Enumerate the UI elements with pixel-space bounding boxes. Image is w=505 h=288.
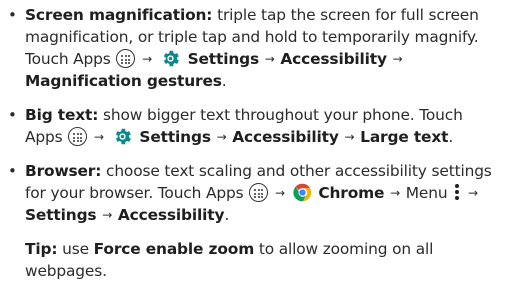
chrome-label: Chrome: [318, 184, 385, 202]
arrow-icon: →: [142, 52, 153, 66]
accessibility-label: Accessibility: [117, 206, 225, 224]
text-line: Browser: choose text scaling and other a…: [25, 160, 492, 182]
apps-icon: [68, 127, 88, 146]
magnification-gestures-label: Magnification gestures: [25, 72, 222, 90]
settings-label: Settings: [187, 50, 260, 68]
arrow-icon: →: [390, 186, 401, 200]
menu-label: Menu: [405, 184, 448, 202]
item-text: show bigger text throughout your phone. …: [103, 106, 463, 124]
text-line: Tip: use Force enable zoom to allow zoom…: [25, 238, 433, 260]
settings-label: Settings: [25, 206, 97, 224]
item-text: Apps: [25, 128, 63, 146]
item-title: Big text:: [25, 106, 99, 124]
bullet: •: [8, 162, 17, 180]
tip-text: to allow zooming on all: [258, 240, 434, 258]
arrow-icon: →: [392, 52, 403, 66]
accessibility-help-page: • Screen magnification: triple tap the s…: [0, 0, 505, 288]
settings-label: Settings: [139, 128, 211, 146]
text-line: Apps → Settings → Accessibility → Large …: [25, 127, 454, 146]
item-title: Screen magnification:: [25, 6, 213, 24]
arrow-icon: →: [274, 186, 285, 200]
tip-text: webpages.: [25, 262, 107, 280]
force-enable-zoom-label: Force enable zoom: [93, 240, 255, 258]
text-line: Magnification gestures.: [25, 72, 227, 90]
text-line: for your browser. Touch Apps → Chrome → …: [25, 182, 479, 204]
text-line: Screen magnification: triple tap the scr…: [25, 4, 479, 26]
text-line: magnification, or triple tap and hold to…: [25, 26, 479, 48]
apps-icon: [116, 49, 136, 68]
arrow-icon: →: [102, 208, 113, 222]
item-text: magnification, or triple tap and hold to…: [25, 28, 479, 46]
text-line: Touch Apps → Settings → Accessibility →: [25, 48, 404, 70]
item-text: choose text scaling and other accessibil…: [106, 162, 492, 180]
text-line: Settings → Accessibility.: [25, 206, 230, 224]
arrow-icon: →: [264, 52, 275, 66]
menu-dots-icon: [454, 183, 460, 201]
bullet: •: [8, 106, 17, 124]
arrow-icon: →: [467, 186, 478, 200]
text-line: webpages.: [25, 260, 107, 282]
accessibility-label: Accessibility: [232, 128, 339, 146]
item-title: Browser:: [25, 162, 102, 180]
bullet: •: [8, 6, 17, 24]
item-text: for your browser. Touch Apps: [25, 184, 244, 202]
arrow-icon: →: [344, 130, 355, 144]
item-text: Touch Apps: [25, 50, 111, 68]
apps-icon: [249, 183, 269, 202]
large-text-label: Large text: [360, 128, 449, 146]
settings-gear-icon: [163, 50, 179, 67]
arrow-icon: →: [94, 130, 104, 144]
arrow-icon: →: [216, 130, 227, 144]
accessibility-label: Accessibility: [280, 50, 387, 68]
settings-gear-icon: [115, 128, 131, 145]
tip-label: Tip:: [25, 240, 58, 258]
item-text: triple tap the screen for full screen: [217, 6, 479, 24]
tip-text: use: [62, 240, 89, 258]
chrome-icon: [292, 183, 311, 202]
text-line: Big text: show bigger text throughout yo…: [25, 104, 463, 126]
